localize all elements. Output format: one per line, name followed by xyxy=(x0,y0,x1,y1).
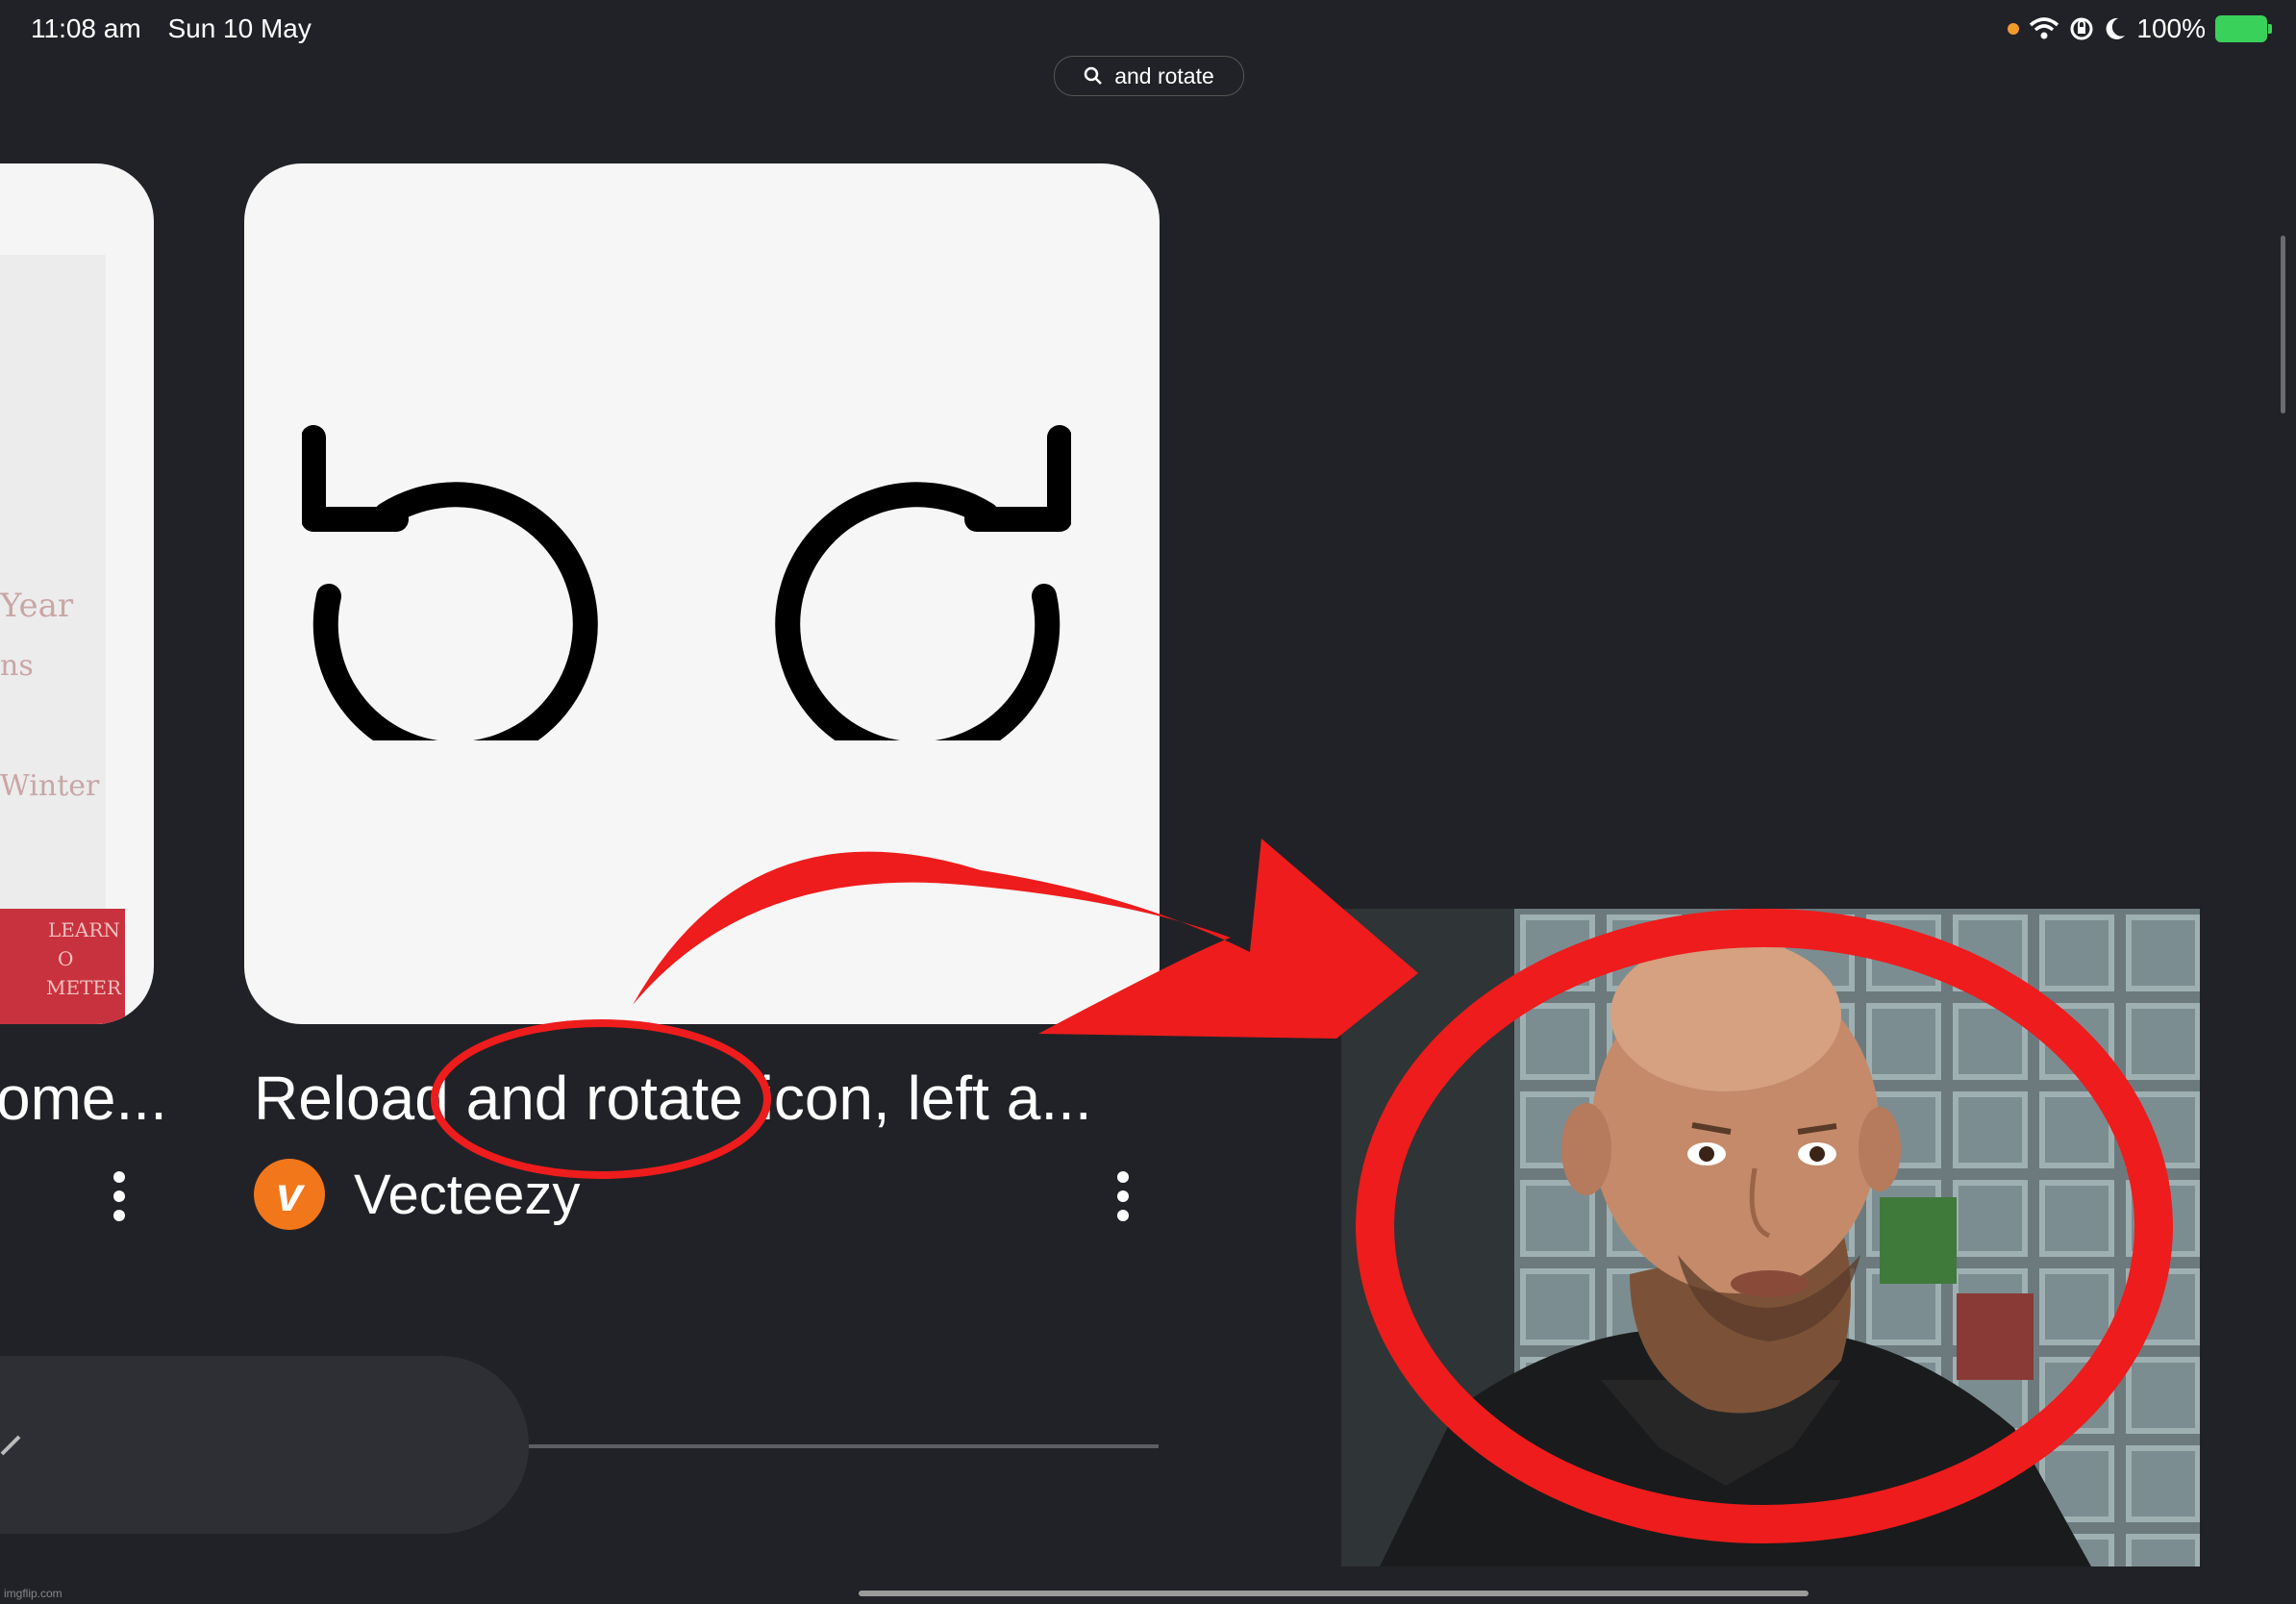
annotation-layer xyxy=(431,839,2173,1543)
imgflip-watermark: imgflip.com xyxy=(4,1587,62,1600)
red-circle-highlight-text xyxy=(431,1019,771,1179)
red-circle-highlight-face xyxy=(1356,909,2173,1543)
home-indicator[interactable] xyxy=(859,1591,1809,1596)
red-arrow-icon xyxy=(633,839,1418,1039)
